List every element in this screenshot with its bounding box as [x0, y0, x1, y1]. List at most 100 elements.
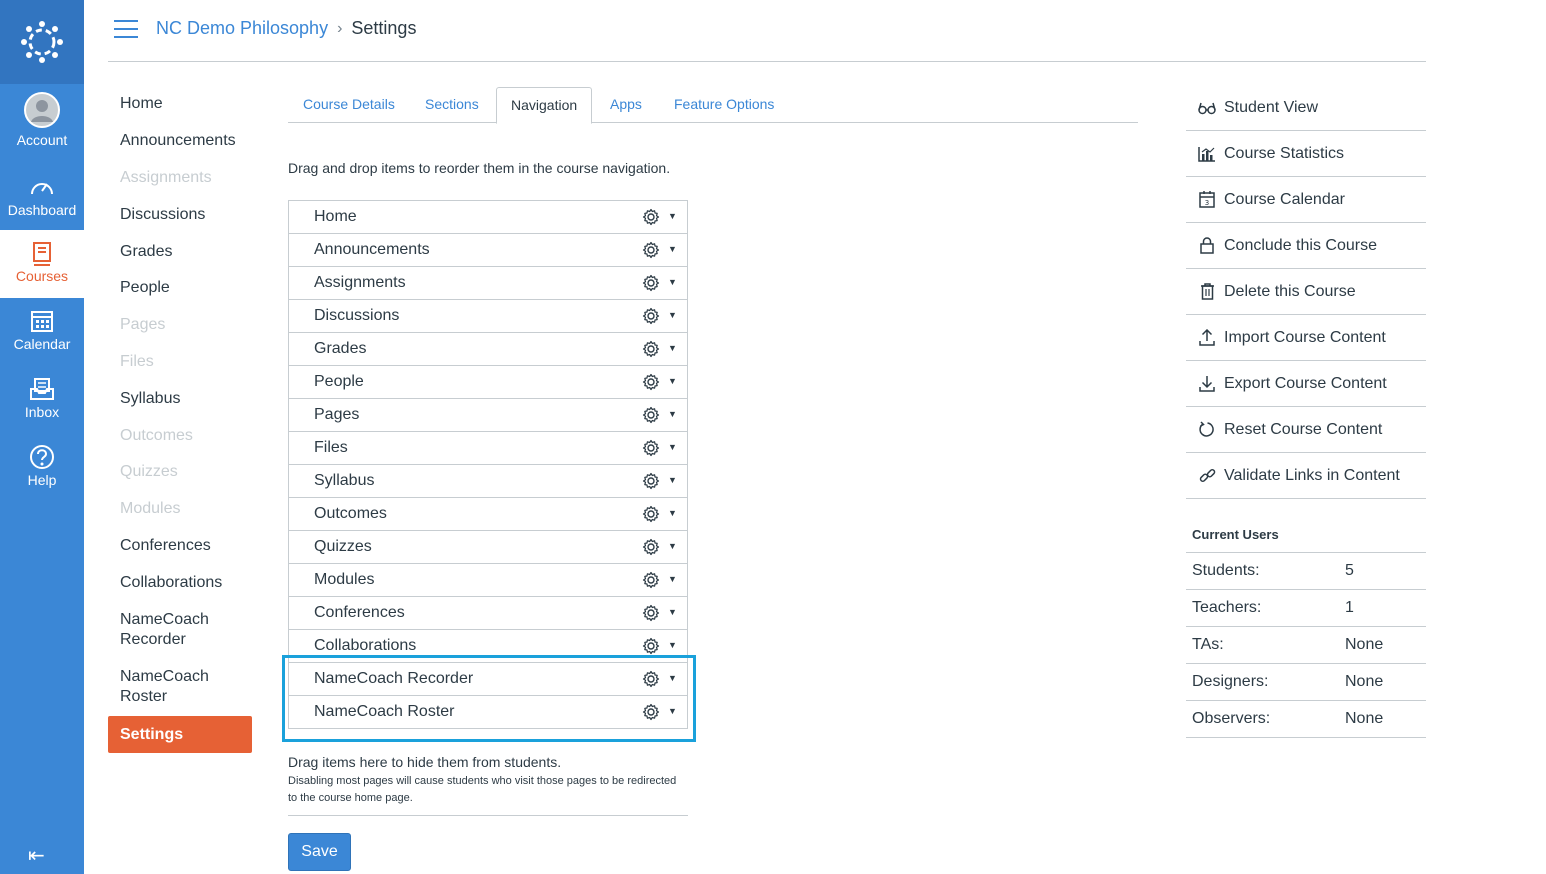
- course-nav-syllabus[interactable]: Syllabus: [108, 389, 192, 409]
- nav-list-item[interactable]: Quizzes ▼: [289, 531, 687, 564]
- course-nav-pages[interactable]: Pages: [108, 315, 177, 335]
- course-nav-settings[interactable]: Settings: [108, 716, 252, 753]
- conclude-course-button[interactable]: Conclude this Course: [1186, 223, 1426, 269]
- global-nav-inbox[interactable]: Inbox: [0, 374, 84, 430]
- gear-icon[interactable]: [642, 505, 660, 523]
- course-nav-outcomes[interactable]: Outcomes: [108, 426, 205, 446]
- nav-list-item[interactable]: Modules ▼: [289, 564, 687, 597]
- gear-icon[interactable]: [642, 340, 660, 358]
- gear-icon[interactable]: [642, 274, 660, 292]
- chevron-down-icon[interactable]: ▼: [668, 706, 677, 716]
- course-nav-grades[interactable]: Grades: [108, 242, 184, 262]
- chevron-down-icon[interactable]: ▼: [668, 673, 677, 683]
- nav-item-label: Collaborations: [314, 637, 417, 654]
- import-content-button[interactable]: Import Course Content: [1186, 315, 1426, 361]
- hamburger-menu-icon[interactable]: [114, 20, 138, 40]
- chevron-down-icon[interactable]: ▼: [668, 376, 677, 386]
- chevron-down-icon[interactable]: ▼: [668, 475, 677, 485]
- nav-list-item[interactable]: Outcomes ▼: [289, 498, 687, 531]
- nav-list-item[interactable]: Announcements ▼: [289, 234, 687, 267]
- gear-icon[interactable]: [642, 472, 660, 490]
- chevron-down-icon[interactable]: ▼: [668, 442, 677, 452]
- canvas-logo[interactable]: [0, 0, 84, 84]
- gear-icon[interactable]: [642, 571, 660, 589]
- breadcrumb-course-link[interactable]: NC Demo Philosophy: [156, 18, 328, 39]
- course-nav-assignments[interactable]: Assignments: [108, 168, 224, 188]
- course-nav-namecoach-roster[interactable]: NameCoach Roster: [108, 667, 228, 707]
- sidebar-action-label: Student View: [1224, 98, 1318, 116]
- student-view-button[interactable]: Student View: [1186, 85, 1426, 131]
- nav-list-item[interactable]: Home ▼: [289, 201, 687, 234]
- global-nav-account[interactable]: Account: [0, 90, 84, 152]
- current-users-row: Teachers: 1: [1186, 590, 1426, 627]
- nav-list-item[interactable]: Grades ▼: [289, 333, 687, 366]
- tab-course-details[interactable]: Course Details: [289, 87, 409, 123]
- nav-list-item[interactable]: Files ▼: [289, 432, 687, 465]
- nav-list-item[interactable]: People ▼: [289, 366, 687, 399]
- gear-icon[interactable]: [642, 406, 660, 424]
- export-content-button[interactable]: Export Course Content: [1186, 361, 1426, 407]
- gear-icon[interactable]: [642, 241, 660, 259]
- course-nav-conferences[interactable]: Conferences: [108, 536, 223, 556]
- collapse-nav-icon[interactable]: ⇤: [28, 843, 45, 868]
- tab-apps[interactable]: Apps: [596, 87, 656, 123]
- chevron-down-icon[interactable]: ▼: [668, 574, 677, 584]
- breadcrumb: NC Demo Philosophy › Settings: [156, 18, 416, 39]
- nav-list-item[interactable]: Collaborations ▼: [289, 630, 687, 663]
- tab-navigation[interactable]: Navigation: [496, 87, 593, 124]
- chevron-down-icon[interactable]: ▼: [668, 343, 677, 353]
- chevron-down-icon[interactable]: ▼: [668, 277, 677, 287]
- gear-icon[interactable]: [642, 208, 660, 226]
- user-role-count: 1: [1345, 599, 1354, 616]
- global-nav-courses[interactable]: Courses: [0, 230, 84, 298]
- save-button[interactable]: Save: [288, 833, 351, 871]
- tab-sections[interactable]: Sections: [411, 87, 493, 123]
- validate-links-button[interactable]: Validate Links in Content: [1186, 453, 1426, 499]
- chevron-down-icon[interactable]: ▼: [668, 607, 677, 617]
- delete-course-button[interactable]: Delete this Course: [1186, 269, 1426, 315]
- gear-icon[interactable]: [642, 439, 660, 457]
- hidden-zone-note-line: Disabling most pages will cause students…: [288, 775, 677, 787]
- nav-list-item[interactable]: Conferences ▼: [289, 597, 687, 630]
- course-nav-people[interactable]: People: [108, 278, 182, 298]
- tab-feature-options[interactable]: Feature Options: [660, 87, 788, 123]
- nav-list-item[interactable]: Assignments ▼: [289, 267, 687, 300]
- course-calendar-button[interactable]: 3 Course Calendar: [1186, 177, 1426, 223]
- chevron-down-icon[interactable]: ▼: [668, 508, 677, 518]
- chevron-down-icon[interactable]: ▼: [668, 640, 677, 650]
- chevron-down-icon[interactable]: ▼: [668, 310, 677, 320]
- reset-content-button[interactable]: Reset Course Content: [1186, 407, 1426, 453]
- gear-icon[interactable]: [642, 538, 660, 556]
- course-nav-quizzes[interactable]: Quizzes: [108, 462, 190, 482]
- nav-list-item[interactable]: NameCoach Roster ▼: [289, 696, 687, 729]
- course-nav-namecoach-recorder[interactable]: NameCoach Recorder: [108, 610, 228, 650]
- global-nav-dashboard[interactable]: Dashboard: [0, 172, 84, 228]
- course-nav-announcements[interactable]: Announcements: [108, 131, 248, 151]
- nav-list-item[interactable]: NameCoach Recorder ▼: [289, 663, 687, 696]
- chevron-down-icon[interactable]: ▼: [668, 211, 677, 221]
- chevron-down-icon[interactable]: ▼: [668, 244, 677, 254]
- nav-list-item[interactable]: Discussions ▼: [289, 300, 687, 333]
- nav-item-label: Outcomes: [314, 505, 387, 522]
- gear-icon[interactable]: [642, 604, 660, 622]
- course-nav-files[interactable]: Files: [108, 352, 166, 372]
- hidden-items-dropzone[interactable]: Drag items here to hide them from studen…: [288, 754, 688, 816]
- canvas-logo-icon: [21, 21, 63, 63]
- gear-icon[interactable]: [642, 637, 660, 655]
- course-nav-modules[interactable]: Modules: [108, 499, 192, 519]
- gear-icon[interactable]: [642, 373, 660, 391]
- course-nav-collaborations[interactable]: Collaborations: [108, 573, 234, 593]
- course-nav-discussions[interactable]: Discussions: [108, 205, 217, 225]
- reset-icon: [1198, 421, 1214, 437]
- chevron-down-icon[interactable]: ▼: [668, 409, 677, 419]
- nav-list-item[interactable]: Pages ▼: [289, 399, 687, 432]
- gear-icon[interactable]: [642, 307, 660, 325]
- course-nav-home[interactable]: Home: [108, 94, 175, 114]
- chevron-down-icon[interactable]: ▼: [668, 541, 677, 551]
- global-nav-help[interactable]: Help: [0, 442, 84, 498]
- global-nav-calendar[interactable]: Calendar: [0, 306, 84, 362]
- course-statistics-button[interactable]: Course Statistics: [1186, 131, 1426, 177]
- nav-list-item[interactable]: Syllabus ▼: [289, 465, 687, 498]
- gear-icon[interactable]: [642, 670, 660, 688]
- gear-icon[interactable]: [642, 703, 660, 721]
